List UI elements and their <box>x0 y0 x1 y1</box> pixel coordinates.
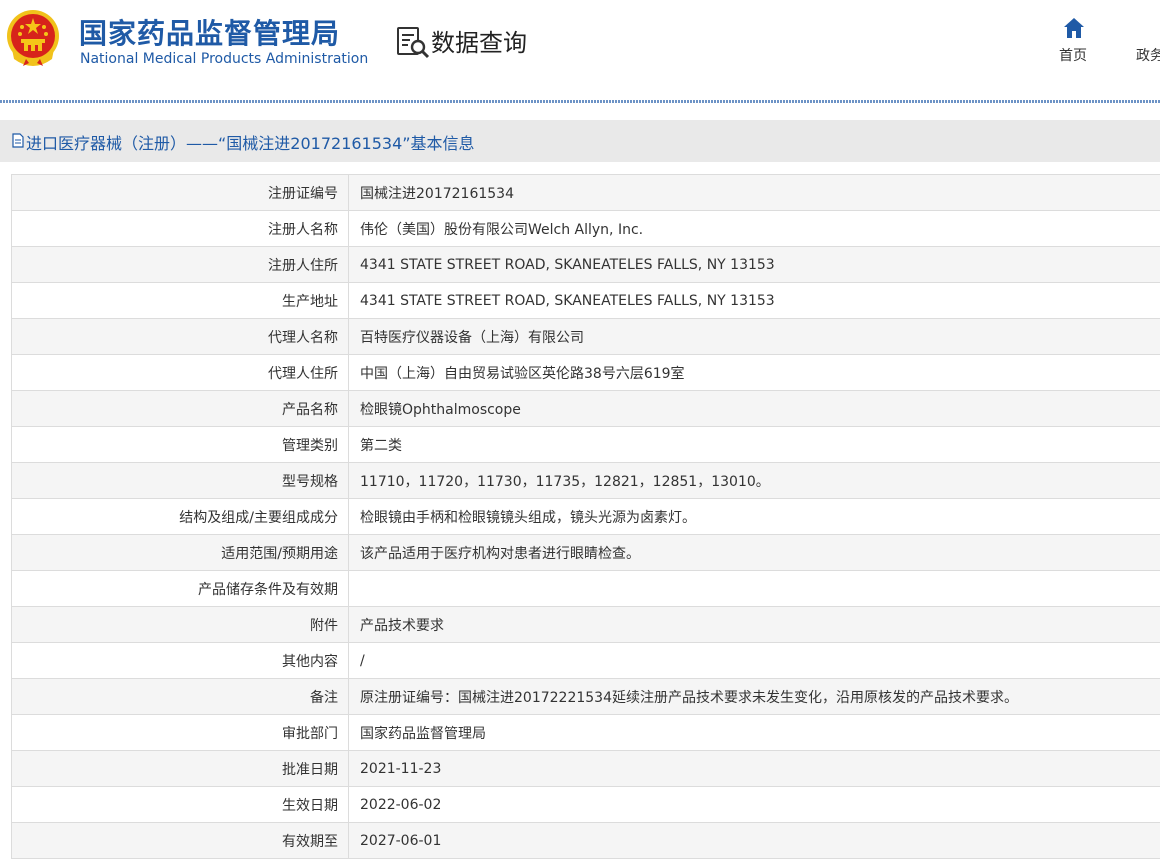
field-value: 产品技术要求 <box>348 606 1160 643</box>
table-row: 其他内容 / <box>11 642 1160 679</box>
field-value: 国家药品监督管理局 <box>348 714 1160 751</box>
field-value: 2022-06-02 <box>348 786 1160 823</box>
field-value: 2027-06-01 <box>348 822 1160 859</box>
field-label: 型号规格 <box>11 462 349 499</box>
site-logo-chinese[interactable]: 国家药品监督管理局 <box>79 12 340 52</box>
table-row: 代理人名称 百特医疗仪器设备（上海）有限公司 <box>11 318 1160 355</box>
national-emblem-icon <box>7 10 59 66</box>
field-value: 11710，11720，11730，11735，12821，12851，1301… <box>348 462 1160 499</box>
field-label: 生产地址 <box>11 282 349 319</box>
field-value: / <box>348 642 1160 679</box>
table-row: 生产地址 4341 STATE STREET ROAD, SKANEATELES … <box>11 282 1160 319</box>
table-row: 批准日期 2021-11-23 <box>11 750 1160 787</box>
field-label: 生效日期 <box>11 786 349 823</box>
field-label: 其他内容 <box>11 642 349 679</box>
field-label: 备注 <box>11 678 349 715</box>
field-label: 代理人名称 <box>11 318 349 355</box>
field-value: 4341 STATE STREET ROAD, SKANEATELES FALL… <box>348 282 1160 319</box>
site-header: 国家药品监督管理局 National Medical Products Admi… <box>0 0 1160 100</box>
table-row: 有效期至 2027-06-01 <box>11 822 1160 859</box>
field-value: 中国（上海）自由贸易试验区英伦路38号六层619室 <box>348 354 1160 391</box>
table-row: 结构及组成/主要组成成分 检眼镜由手柄和检眼镜镜头组成，镜头光源为卤素灯。 <box>11 498 1160 535</box>
field-label: 审批部门 <box>11 714 349 751</box>
field-value: 国械注进20172161534 <box>348 174 1160 211</box>
table-row: 注册人名称 伟伦（美国）股份有限公司Welch Allyn, Inc. <box>11 210 1160 247</box>
field-value <box>348 570 1160 607</box>
section-title: 数据查询 <box>431 29 527 57</box>
field-value: 该产品适用于医疗机构对患者进行眼睛检查。 <box>348 534 1160 571</box>
field-value: 第二类 <box>348 426 1160 463</box>
table-row: 附件 产品技术要求 <box>11 606 1160 643</box>
field-value: 4341 STATE STREET ROAD, SKANEATELES FALL… <box>348 246 1160 283</box>
field-label: 注册人住所 <box>11 246 349 283</box>
field-value: 原注册证编号：国械注进20172221534延续注册产品技术要求未发生变化，沿用… <box>348 678 1160 715</box>
table-row: 注册人住所 4341 STATE STREET ROAD, SKANEATELES… <box>11 246 1160 283</box>
field-value: 百特医疗仪器设备（上海）有限公司 <box>348 318 1160 355</box>
page-title: 进口医疗器械（注册）——“国械注进20172161534”基本信息 <box>26 134 475 153</box>
data-query-icon <box>397 27 430 59</box>
header-divider <box>0 100 1160 103</box>
field-value: 伟伦（美国）股份有限公司Welch Allyn, Inc. <box>348 210 1160 247</box>
field-label: 注册人名称 <box>11 210 349 247</box>
nav-home[interactable]: 首页 <box>1052 16 1096 68</box>
field-label: 产品名称 <box>11 390 349 427</box>
field-value: 2021-11-23 <box>348 750 1160 787</box>
table-row: 产品储存条件及有效期 <box>11 570 1160 607</box>
field-label: 代理人住所 <box>11 354 349 391</box>
field-label: 批准日期 <box>11 750 349 787</box>
table-row: 管理类别 第二类 <box>11 426 1160 463</box>
detail-table: 注册证编号 国械注进20172161534 注册人名称 伟伦（美国）股份有限公司Wel… <box>11 174 1160 859</box>
table-row: 备注 原注册证编号：国械注进20172221534延续注册产品技术要求未发生变化，… <box>11 678 1160 715</box>
field-label: 结构及组成/主要组成成分 <box>11 498 349 535</box>
site-logo-english[interactable]: National Medical Products Administration <box>80 51 368 67</box>
field-label: 管理类别 <box>11 426 349 463</box>
field-label: 附件 <box>11 606 349 643</box>
nav-home-label: 首页 <box>1059 48 1087 64</box>
table-row: 产品名称 检眼镜Ophthalmoscope <box>11 390 1160 427</box>
field-value: 检眼镜Ophthalmoscope <box>348 390 1160 427</box>
nav-gov[interactable]: 政务 <box>1136 45 1160 65</box>
table-row: 型号规格 11710，11720，11730，11735，12821，12851，… <box>11 462 1160 499</box>
field-value: 检眼镜由手柄和检眼镜镜头组成，镜头光源为卤素灯。 <box>348 498 1160 535</box>
table-row: 注册证编号 国械注进20172161534 <box>11 174 1160 211</box>
field-label: 有效期至 <box>11 822 349 859</box>
table-row: 适用范围/预期用途 该产品适用于医疗机构对患者进行眼睛检查。 <box>11 534 1160 571</box>
field-label: 注册证编号 <box>11 174 349 211</box>
table-row: 生效日期 2022-06-02 <box>11 786 1160 823</box>
table-row: 审批部门 国家药品监督管理局 <box>11 714 1160 751</box>
table-row: 代理人住所 中国（上海）自由贸易试验区英伦路38号六层619室 <box>11 354 1160 391</box>
field-label: 适用范围/预期用途 <box>11 534 349 571</box>
field-label: 产品储存条件及有效期 <box>11 570 349 607</box>
home-icon <box>1064 18 1084 38</box>
document-icon <box>12 133 24 148</box>
